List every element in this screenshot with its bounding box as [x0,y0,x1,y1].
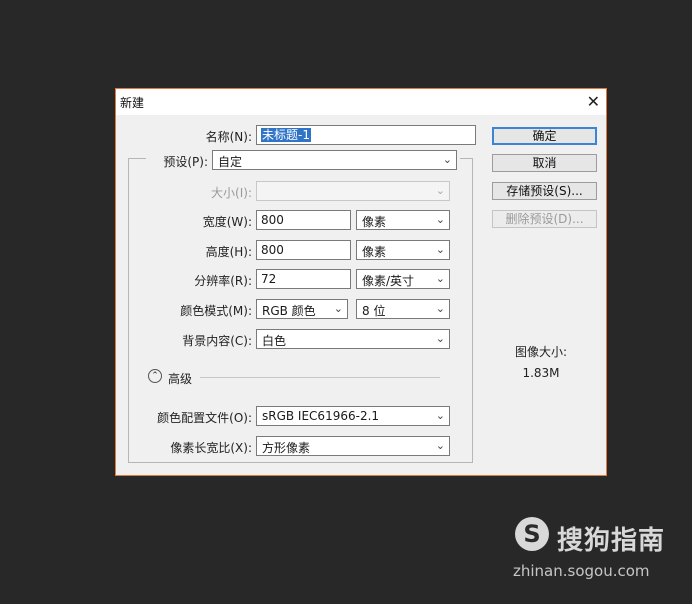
background-select[interactable]: 白色 ⌄ [256,329,450,349]
background-label: 背景内容(C): [182,334,252,348]
bit-depth-select[interactable]: 8 位 ⌄ [356,299,450,319]
advanced-toggle-label[interactable]: 高级 [168,370,192,387]
height-input[interactable]: 800 [256,240,351,260]
size-label: 大小(I): [211,186,252,200]
chevron-down-icon: ⌄ [435,302,445,315]
pixel-aspect-label: 像素长宽比(X): [170,441,252,455]
height-label: 高度(H): [205,245,252,259]
sogou-logo-icon: S [515,517,549,551]
preset-select[interactable]: 自定 ⌄ [212,150,457,170]
height-unit-select[interactable]: 像素 ⌄ [356,240,450,260]
dialog-title: 新建 [120,96,145,110]
color-mode-label: 颜色模式(M): [180,304,252,318]
resolution-label: 分辨率(R): [194,274,252,288]
chevron-down-icon: ⌄ [435,184,445,197]
chevron-down-icon: ⌄ [435,332,445,345]
watermark-text: 搜狗指南 [557,526,666,556]
dialog-titlebar: 新建 ✕ [116,89,606,115]
pixel-aspect-value: 方形像素 [262,441,311,455]
name-value: 未标题-1 [261,128,311,142]
width-unit-value: 像素 [362,215,387,229]
color-mode-select[interactable]: RGB 颜色 ⌄ [256,299,348,319]
advanced-divider [200,377,440,378]
chevron-down-icon: ⌄ [435,439,445,452]
chevron-down-icon: ⌄ [435,409,445,422]
chevron-down-icon: ⌄ [435,272,445,285]
preset-value: 自定 [218,155,243,169]
width-label: 宽度(W): [202,215,252,229]
close-icon[interactable]: ✕ [587,92,600,111]
background-value: 白色 [262,334,287,348]
resolution-unit-select[interactable]: 像素/英寸 ⌄ [356,269,450,289]
chevron-down-icon: ⌄ [442,153,452,166]
width-unit-select[interactable]: 像素 ⌄ [356,210,450,230]
image-size-value: 1.83M [522,366,560,380]
color-profile-value: sRGB IEC61966-2.1 [262,409,380,423]
chevron-down-icon: ⌄ [435,243,445,256]
height-unit-value: 像素 [362,245,387,259]
color-profile-select[interactable]: sRGB IEC61966-2.1 ⌄ [256,406,450,426]
resolution-unit-value: 像素/英寸 [362,274,415,288]
size-select: ⌄ [256,181,450,201]
width-input[interactable]: 800 [256,210,351,230]
collapse-chevron-icon[interactable]: ⌃ [148,369,162,383]
save-preset-button[interactable]: 存储预设(S)... [492,182,597,200]
chevron-down-icon: ⌄ [333,302,343,315]
bit-depth-value: 8 位 [362,304,386,318]
new-document-dialog: 新建 ✕ 名称(N): 未标题-1 预设(P): 自定 ⌄ 大小(I): ⌄ 宽… [115,88,607,476]
color-profile-label: 颜色配置文件(O): [157,411,252,425]
ok-button[interactable]: 确定 [492,127,597,145]
pixel-aspect-select[interactable]: 方形像素 ⌄ [256,436,450,456]
name-input[interactable]: 未标题-1 [256,125,476,145]
preset-label: 预设(P): [163,155,208,169]
cancel-button[interactable]: 取消 [492,154,597,172]
chevron-down-icon: ⌄ [435,213,445,226]
group-frame-top-right [460,158,473,159]
resolution-input[interactable]: 72 [256,269,351,289]
color-mode-value: RGB 颜色 [262,304,316,318]
name-label: 名称(N): [205,130,252,144]
delete-preset-button: 删除预设(D)... [492,210,597,228]
watermark-url: zhinan.sogou.com [513,562,650,580]
image-size-label: 图像大小: [514,345,568,359]
